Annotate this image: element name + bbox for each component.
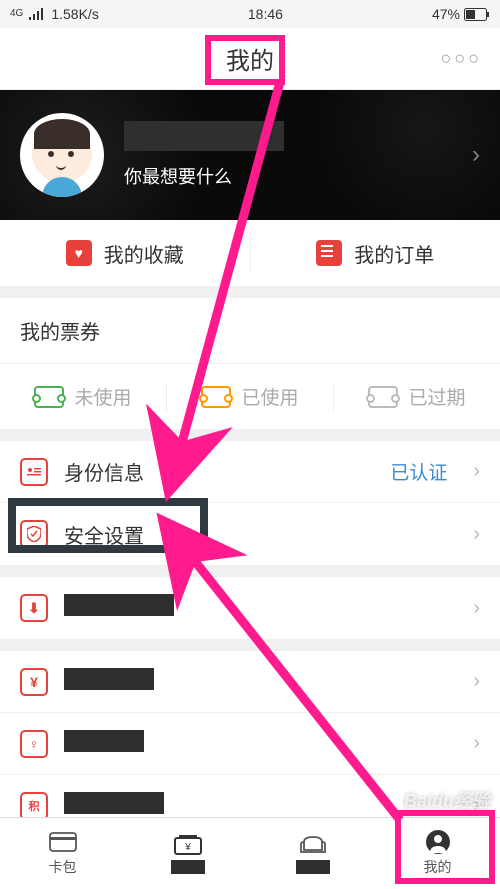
net-icon: 4G [10,9,23,19]
chevron-right-icon: › [473,670,480,693]
battery-pct: 47% [432,6,460,22]
status-time: 18:46 [99,6,432,22]
row-item-3[interactable]: ⬇ › [0,577,500,639]
favorites-label: 我的收藏 [104,239,184,268]
app-header: 我的 ○○○ [0,28,500,90]
tab-3[interactable] [250,818,375,889]
tab-2[interactable]: ¥ [125,818,250,889]
net-speed: 1.58K/s [51,6,98,22]
ticket-green-icon [34,386,64,408]
chevron-right-icon: › [473,523,480,546]
row-security[interactable]: 安全设置 › [0,503,500,565]
my-orders[interactable]: 我的订单 [251,220,500,286]
download-icon: ⬇ [20,594,48,622]
ticket-tabs: 未使用 已使用 已过期 [0,363,500,429]
nav-label: 卡包 [49,857,77,877]
label-redacted [64,792,164,814]
row-item-4[interactable]: ¥ › [0,651,500,713]
orders-label: 我的订单 [354,239,434,268]
heart-icon [66,240,92,266]
signal-icon [29,8,45,20]
ticket-orange-icon [201,386,231,408]
nav-label-redacted [296,860,330,874]
cash-icon: ¥ [173,833,203,857]
tab-used[interactable]: 已使用 [167,364,333,429]
security-label: 安全设置 [64,520,457,549]
profile-card[interactable]: 你最想要什么 › [0,90,500,220]
avatar [20,113,104,197]
label-redacted [64,668,154,690]
sofa-icon [298,833,328,857]
points-icon: 积 [20,792,48,820]
profile-subtitle: 你最想要什么 [124,163,472,189]
identity-label: 身份信息 [64,457,374,486]
bulb-icon: ♀ [20,730,48,758]
tab-unused[interactable]: 未使用 [0,364,166,429]
yen-icon: ¥ [20,668,48,696]
profile-name-redacted [124,121,284,151]
tab-expired[interactable]: 已过期 [334,364,500,429]
chevron-right-icon: › [473,597,480,620]
chevron-right-icon: › [473,460,480,483]
chevron-right-icon: › [472,141,480,169]
page-title: 我的 [226,41,274,76]
shield-icon [20,520,48,548]
nav-label-redacted [171,860,205,874]
chevron-right-icon: › [473,732,480,755]
status-bar: 4G 1.58K/s 18:46 47% [0,0,500,28]
id-icon [20,458,48,486]
identity-value: 已认证 [390,458,447,485]
svg-text:¥: ¥ [184,842,191,853]
tab-mine[interactable]: 我的 [375,818,500,889]
person-icon [423,830,453,854]
row-item-5[interactable]: ♀ › [0,713,500,775]
nav-label: 我的 [424,857,452,877]
ticket-gray-icon [368,386,398,408]
row-identity[interactable]: 身份信息 已认证 › [0,441,500,503]
more-button[interactable]: ○○○ [440,48,482,69]
label-redacted [64,594,174,616]
label-redacted [64,730,144,752]
tickets-title: 我的票券 [0,298,500,363]
tab-card-wallet[interactable]: 卡包 [0,818,125,889]
wallet-icon [48,830,78,854]
quick-row: 我的收藏 我的订单 [0,220,500,286]
watermark: Baidu经验 [404,787,490,813]
bottom-nav: 卡包 ¥ 我的 [0,817,500,889]
battery-icon [464,8,490,21]
order-icon [316,240,342,266]
my-favorites[interactable]: 我的收藏 [0,220,250,286]
